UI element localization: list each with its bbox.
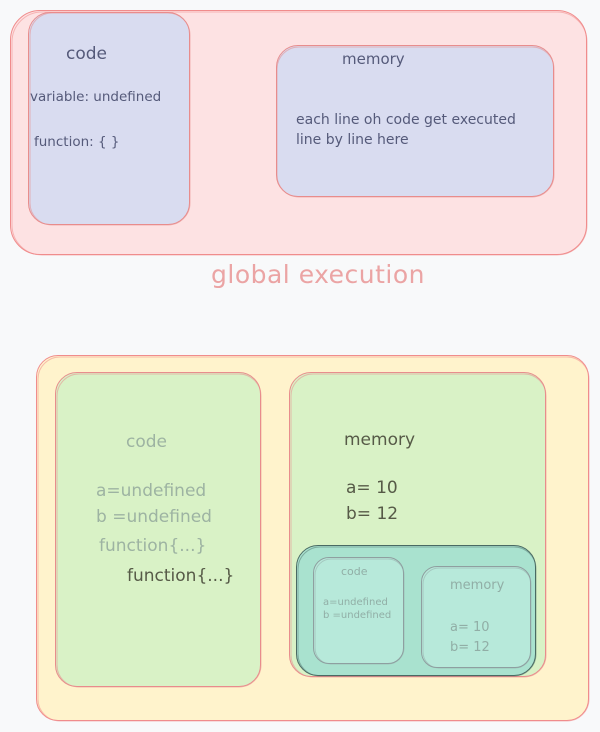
nested-a-undefined-line: a=undefined — [323, 597, 388, 608]
global-memory-description-line1: each line oh code get executed — [296, 112, 516, 128]
global-code-title: code — [66, 44, 107, 64]
global-execution-caption: global execution — [211, 260, 426, 289]
context-function-line-1: function{...} — [99, 536, 207, 556]
context-b-value-line: b= 12 — [346, 504, 399, 524]
nested-a-value-line: a= 10 — [450, 620, 490, 635]
nested-code-title: code — [341, 565, 368, 578]
context-a-value-line: a= 10 — [346, 478, 398, 498]
context-a-undefined-line: a=undefined — [96, 481, 207, 501]
context-memory-title: memory — [344, 430, 416, 450]
global-function-line: function: { } — [34, 134, 120, 150]
global-memory-title: memory — [342, 50, 405, 68]
global-code-box — [28, 12, 190, 225]
context-code-box — [55, 372, 261, 687]
context-function-line-2: function{...} — [127, 566, 235, 586]
global-memory-description-line2: line by line here — [296, 132, 409, 148]
nested-b-value-line: b= 12 — [450, 640, 490, 655]
nested-memory-title: memory — [450, 578, 505, 593]
global-variable-line: variable: undefined — [30, 89, 162, 105]
nested-b-undefined-line: b =undefined — [323, 610, 392, 621]
context-b-undefined-line: b =undefined — [96, 507, 212, 527]
context-code-title: code — [126, 432, 167, 452]
